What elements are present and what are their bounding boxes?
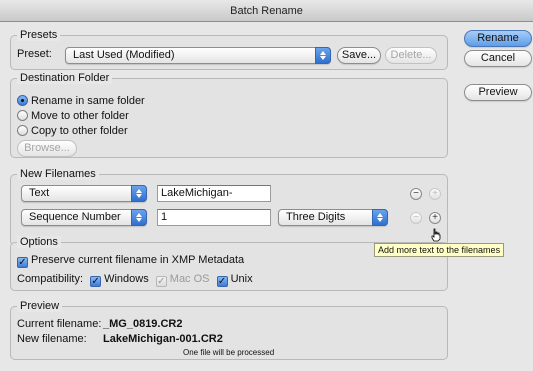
radio-copy-other-folder[interactable]: Copy to other folder: [17, 124, 128, 138]
presets-group: Presets Preset: Last Used (Modified) Sav…: [10, 29, 448, 70]
new-filename-value: LakeMichigan-001.CR2: [103, 333, 223, 345]
preview-button[interactable]: Preview: [464, 84, 532, 101]
radio-move-other-folder[interactable]: Move to other folder: [17, 109, 129, 123]
checkbox-label: Preserve current filename in XMP Metadat…: [31, 254, 245, 266]
add-row-button[interactable]: +: [429, 188, 441, 200]
radio-selected-icon: [17, 95, 28, 106]
filename-part-type-select[interactable]: Sequence Number: [21, 209, 147, 226]
rename-button[interactable]: Rename: [464, 30, 532, 47]
radio-icon: [17, 110, 28, 121]
add-text-tooltip: Add more text to the filenames: [374, 243, 505, 257]
cancel-button[interactable]: Cancel: [464, 50, 532, 67]
select-arrows-icon: [131, 185, 147, 202]
radio-label: Move to other folder: [31, 110, 129, 122]
new-filenames-group: New Filenames Text LakeMichigan- − + Seq…: [10, 168, 448, 246]
current-filename-label: Current filename:: [17, 318, 102, 330]
filename-part-type-select[interactable]: Text: [21, 185, 147, 202]
preset-select-value: Last Used (Modified): [73, 49, 175, 61]
browse-button[interactable]: Browse...: [17, 140, 77, 157]
radio-icon: [17, 125, 28, 136]
radio-label: Copy to other folder: [31, 125, 128, 137]
new-filename-label: New filename:: [17, 333, 87, 345]
select-arrows-icon: [372, 209, 388, 226]
select-value: Text: [29, 187, 50, 199]
checkbox-label: Unix: [230, 273, 253, 285]
compatibility-label: Compatibility:: [17, 273, 84, 285]
checkmark-icon: ✓: [155, 276, 167, 287]
unix-checkbox[interactable]: ✓ Unix: [216, 273, 253, 287]
remove-row-button[interactable]: −: [410, 188, 422, 200]
presets-group-title: Presets: [17, 29, 61, 41]
sequence-start-input[interactable]: 1: [157, 209, 271, 226]
destination-group-title: Destination Folder: [17, 72, 113, 84]
remove-row-button[interactable]: −: [410, 212, 422, 224]
options-group-title: Options: [17, 236, 61, 248]
files-processed-note: One file will be processed: [183, 348, 275, 357]
preview-group: Preview Current filename: _MG_0819.CR2 N…: [10, 300, 448, 360]
checkmark-icon: ✓: [17, 257, 28, 268]
delete-preset-button[interactable]: Delete...: [385, 47, 437, 64]
select-arrows-icon: [131, 209, 147, 226]
current-filename-value: _MG_0819.CR2: [103, 318, 183, 330]
windows-checkbox[interactable]: ✓ Windows: [90, 273, 149, 287]
hand-cursor-icon: [431, 228, 441, 242]
window-title: Batch Rename: [0, 0, 533, 22]
select-value: Sequence Number: [29, 211, 121, 223]
filename-text-input[interactable]: LakeMichigan-: [157, 185, 271, 202]
preset-label: Preset:: [17, 48, 52, 60]
digits-format-select[interactable]: Three Digits: [278, 209, 388, 226]
select-arrows-icon: [315, 47, 331, 64]
radio-label: Rename in same folder: [31, 95, 145, 107]
new-filenames-group-title: New Filenames: [17, 168, 99, 180]
compatibility-row: Compatibility: ✓ Windows ✓ Mac OS ✓ Unix: [17, 273, 253, 287]
add-row-button[interactable]: +: [429, 212, 441, 224]
radio-rename-same-folder[interactable]: Rename in same folder: [17, 94, 145, 108]
preview-group-title: Preview: [17, 300, 63, 312]
preset-select[interactable]: Last Used (Modified): [65, 47, 331, 64]
checkbox-label: Windows: [104, 273, 149, 285]
save-preset-button[interactable]: Save...: [337, 47, 381, 64]
checkbox-label: Mac OS: [169, 273, 210, 285]
select-value: Three Digits: [286, 211, 346, 223]
checkmark-icon: ✓: [216, 276, 228, 287]
preserve-filename-checkbox[interactable]: ✓ Preserve current filename in XMP Metada…: [17, 254, 244, 268]
macos-checkbox[interactable]: ✓ Mac OS: [155, 273, 210, 287]
checkmark-icon: ✓: [90, 276, 102, 287]
destination-group: Destination Folder Rename in same folder…: [10, 72, 448, 158]
dialog-body: Rename Cancel Preview Presets Preset: La…: [0, 22, 533, 371]
